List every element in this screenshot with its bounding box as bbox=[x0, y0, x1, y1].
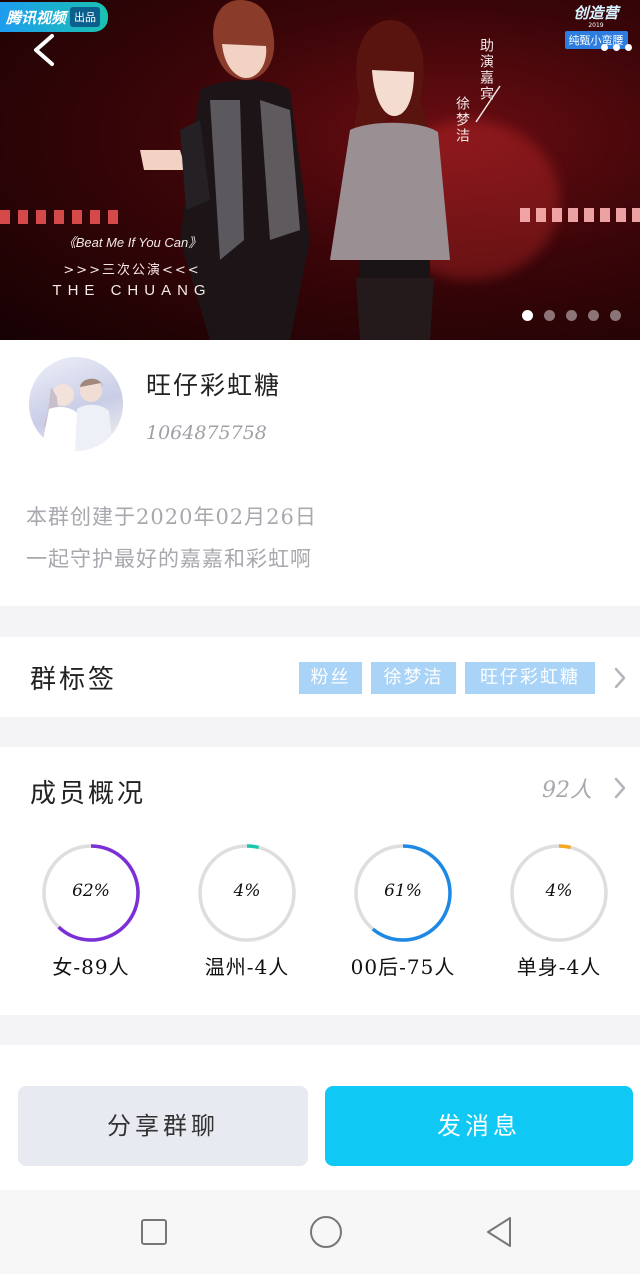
members-count: 92人 bbox=[542, 778, 592, 803]
stat-region: 4% 温州-4人 bbox=[187, 843, 307, 993]
stat-caption: 单身-4人 bbox=[516, 955, 602, 979]
guest-caption: 助演嘉宾 徐梦洁 bbox=[452, 38, 504, 158]
group-tags-row[interactable]: 群标签 粉丝 徐梦洁 旺仔彩虹糖 bbox=[0, 637, 640, 717]
pager-dot[interactable] bbox=[566, 310, 577, 321]
caption-divider bbox=[475, 85, 501, 123]
stat-caption: 温州-4人 bbox=[204, 955, 290, 979]
stat-percent: 4% bbox=[233, 881, 261, 901]
description-line: 一起守护最好的嘉嘉和彩虹啊 bbox=[26, 547, 312, 571]
performer-image bbox=[330, 20, 450, 340]
tag-chip[interactable]: 粉丝 bbox=[299, 662, 362, 694]
stat-percent: 62% bbox=[72, 881, 110, 901]
event-logo-name: 创造营 bbox=[573, 4, 619, 22]
stat-single: 4% 单身-4人 bbox=[499, 843, 619, 993]
guest-name: 徐梦洁 bbox=[454, 96, 470, 144]
pager-dot[interactable] bbox=[544, 310, 555, 321]
tags-label: 群标签 bbox=[30, 665, 118, 695]
group-avatar[interactable] bbox=[29, 357, 123, 451]
show-title: 《Beat Me If You Can》 >>>三次公演<<< THE CHUA… bbox=[22, 232, 242, 299]
group-profile-page: 腾讯视频 出品 创造营 2019 纯甄小蛮腰 助演嘉宾 徐梦洁 《Beat Me… bbox=[0, 0, 640, 1274]
square-icon[interactable] bbox=[134, 1212, 174, 1252]
members-title: 成员概况 bbox=[30, 779, 147, 809]
song-title: 《Beat Me If You Can》 bbox=[62, 235, 202, 250]
tag-chip[interactable]: 徐梦洁 bbox=[371, 662, 456, 694]
members-overview-card[interactable]: 成员概况 92人 62% 女-89人 4% 温州-4人 61% 00后-75人 … bbox=[0, 747, 640, 1015]
action-bar: 分享群聊 发消息 bbox=[0, 1045, 640, 1190]
stat-caption: 女-89人 bbox=[52, 955, 130, 979]
show-brand: THE CHUANG bbox=[52, 282, 212, 299]
episode-label: >>>三次公演<<< bbox=[63, 263, 201, 278]
pager-dot[interactable] bbox=[588, 310, 599, 321]
send-message-button[interactable]: 发消息 bbox=[325, 1086, 633, 1166]
stage-lights bbox=[520, 208, 640, 222]
event-logo: 创造营 2019 纯甄小蛮腰 bbox=[560, 2, 632, 49]
chevron-right-icon[interactable] bbox=[613, 666, 627, 690]
system-navigation-bar bbox=[0, 1190, 640, 1274]
event-logo-year: 2019 bbox=[588, 22, 604, 29]
chevron-right-icon[interactable] bbox=[613, 776, 627, 800]
source-tag: 出品 bbox=[70, 7, 101, 27]
back-chevron-icon[interactable] bbox=[26, 30, 60, 70]
source-badge: 腾讯视频 出品 bbox=[0, 2, 109, 32]
group-id: 1064875758 bbox=[146, 422, 267, 444]
source-name: 腾讯视频 bbox=[6, 8, 67, 27]
stat-percent: 61% bbox=[384, 881, 422, 901]
stage-lights bbox=[0, 210, 120, 224]
share-group-button[interactable]: 分享群聊 bbox=[18, 1086, 308, 1166]
tag-chip[interactable]: 旺仔彩虹糖 bbox=[465, 662, 595, 694]
pager-dot[interactable] bbox=[522, 310, 533, 321]
stat-gender: 62% 女-89人 bbox=[31, 843, 151, 993]
group-info-card: 旺仔彩虹糖 1064875758 本群创建于2020年02月26日 一起守护最好… bbox=[0, 340, 640, 606]
pager-dot[interactable] bbox=[610, 310, 621, 321]
stat-percent: 4% bbox=[545, 881, 573, 901]
circle-icon[interactable] bbox=[306, 1212, 346, 1252]
more-dots-icon[interactable] bbox=[601, 44, 632, 51]
stat-age: 61% 00后-75人 bbox=[343, 843, 463, 993]
avatar-image bbox=[41, 378, 113, 451]
carousel-pager bbox=[522, 310, 621, 321]
stat-caption: 00后-75人 bbox=[350, 955, 456, 979]
group-name: 旺仔彩虹糖 bbox=[146, 371, 282, 400]
group-description: 本群创建于2020年02月26日 一起守护最好的嘉嘉和彩虹啊 bbox=[26, 496, 317, 580]
banner-carousel[interactable]: 腾讯视频 出品 创造营 2019 纯甄小蛮腰 助演嘉宾 徐梦洁 《Beat Me… bbox=[0, 0, 640, 340]
triangle-back-icon[interactable] bbox=[480, 1212, 520, 1252]
description-line: 本群创建于2020年02月26日 bbox=[26, 505, 317, 529]
